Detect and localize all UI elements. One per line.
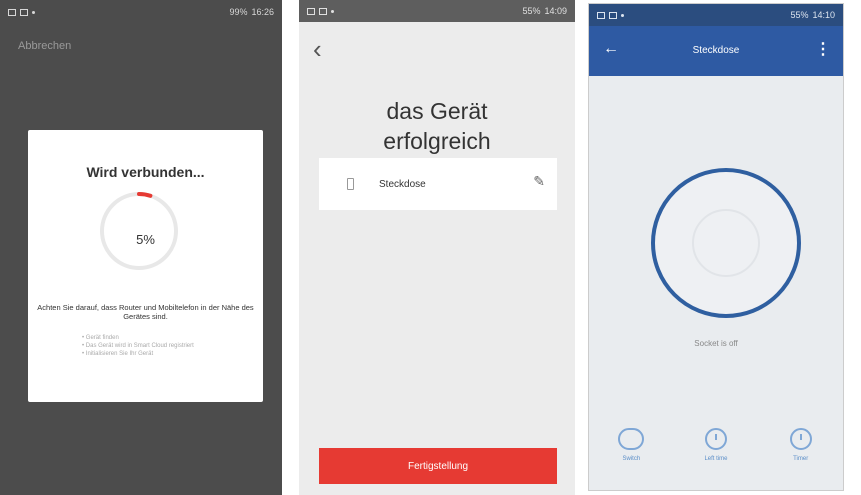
left-time-label: Left time — [704, 456, 728, 462]
gallery-icon — [609, 11, 617, 19]
notification-icon — [597, 11, 605, 19]
step-item: Das Gerät wird in Smart Cloud registrier… — [82, 342, 194, 350]
clock: 14:10 — [812, 10, 835, 20]
step-list: Gerät finden Das Gerät wird in Smart Clo… — [82, 334, 194, 358]
notification-icon — [8, 8, 16, 16]
gallery-icon — [20, 8, 28, 16]
power-toggle[interactable] — [651, 168, 801, 318]
page-title: Steckdose — [692, 45, 740, 56]
battery-level: 99% — [229, 7, 248, 17]
switch-button[interactable]: Switch — [601, 428, 661, 462]
dialog-title: Wird verbunden... — [86, 164, 205, 180]
timer-button[interactable]: Timer — [771, 428, 831, 462]
status-bar: 99% 16:26 — [0, 0, 282, 24]
status-bar: 55% 14:09 — [299, 0, 575, 22]
proximity-hint: Achten Sie darauf, dass Router und Mobil… — [37, 303, 254, 321]
connecting-dialog: Wird verbunden... 5% Achten Sie darauf, … — [28, 130, 263, 402]
device-name: Steckdose — [379, 179, 426, 190]
progress-ring — [100, 192, 178, 270]
progress-percent: 5% — [136, 232, 155, 247]
progress-arc — [100, 192, 178, 270]
phone-screen-connecting: 99% 16:26 Abbrechen Wird verbunden... 5% … — [0, 0, 282, 495]
bottom-bar: Switch Left time Timer — [589, 428, 843, 462]
step-item: Initialisieren Sie Ihr Gerät — [82, 350, 194, 358]
left-time-button[interactable]: Left time — [686, 428, 746, 462]
app-bar: ← Steckdose ⋮ — [589, 26, 843, 76]
phone-screen-socket: 55% 14:10 ← Steckdose ⋮ Socket is off Swi… — [588, 3, 844, 491]
more-notifications-icon — [621, 13, 624, 17]
notification-icon — [307, 7, 315, 15]
more-vert-icon[interactable]: ⋮ — [815, 39, 831, 59]
clock: 14:09 — [544, 6, 567, 16]
more-notifications-icon — [32, 10, 35, 14]
clock: 16:26 — [251, 7, 274, 17]
heading-line: erfolgreich — [383, 128, 491, 154]
socket-state: Socket is off — [694, 339, 738, 348]
more-notifications-icon — [331, 9, 334, 13]
switch-icon — [618, 428, 645, 450]
finish-button[interactable]: Fertigstellung — [319, 448, 557, 484]
timer-label: Timer — [793, 456, 809, 462]
device-card[interactable]: Steckdose ✎ — [319, 158, 557, 210]
status-bar: 55% 14:10 — [589, 4, 843, 26]
edit-pencil-icon[interactable]: ✎ — [533, 173, 545, 190]
step-item: Gerät finden — [82, 334, 194, 342]
back-chevron-icon[interactable]: ‹ — [313, 36, 322, 62]
cancel-button[interactable]: Abbrechen — [18, 40, 71, 52]
timer-icon — [704, 428, 727, 450]
device-icon — [347, 178, 354, 190]
success-heading: das Gerät erfolgreich — [299, 96, 575, 156]
battery-level: 55% — [790, 10, 809, 20]
heading-line: das Gerät — [386, 98, 488, 124]
phone-screen-success: 55% 14:09 ‹ das Gerät erfolgreich Steckdo… — [299, 0, 575, 495]
power-icon — [692, 209, 760, 277]
switch-label: Switch — [622, 456, 641, 462]
battery-level: 55% — [522, 6, 541, 16]
gallery-icon — [319, 7, 327, 15]
clock-icon — [789, 428, 812, 450]
